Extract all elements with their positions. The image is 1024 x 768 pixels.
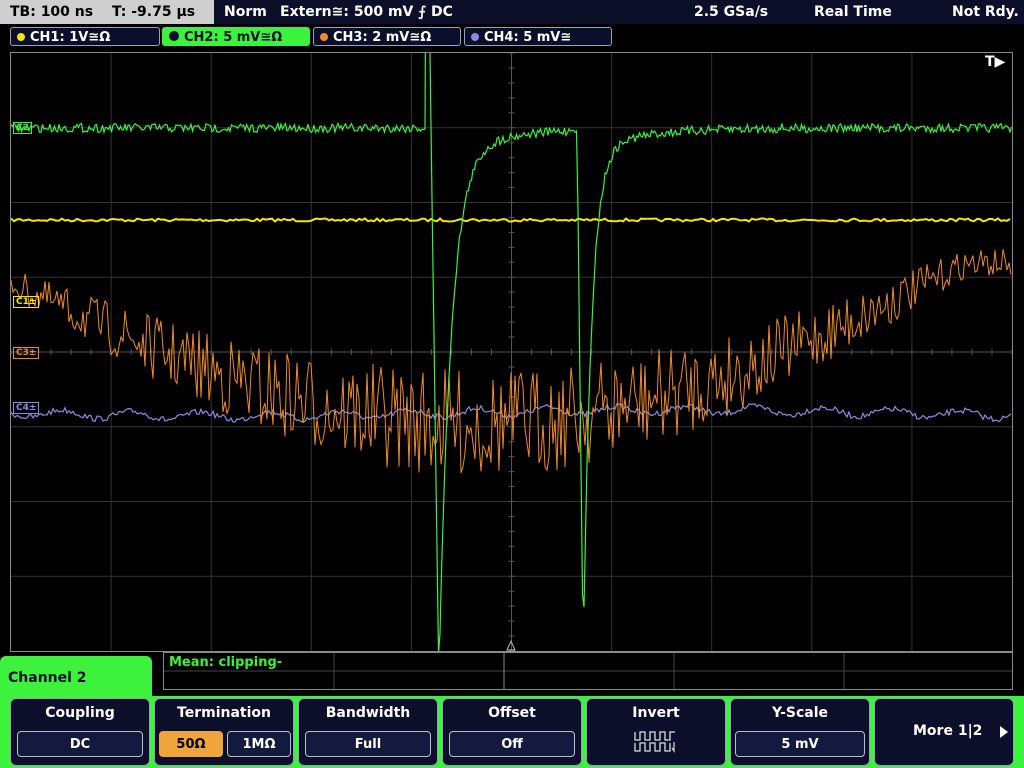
invert-button[interactable]: Invert	[586, 698, 726, 766]
offset-value: Off	[449, 731, 575, 757]
measurement-grid	[164, 653, 1012, 689]
termination-title: Termination	[177, 705, 271, 721]
y-scale-button[interactable]: Y-Scale 5 mV	[730, 698, 870, 766]
waveform-display[interactable]	[10, 52, 1013, 652]
measurement-mean: Mean: clipping-	[169, 655, 283, 670]
trigger-source[interactable]: Extern≅: 500 mV ⨍ DC	[280, 0, 453, 24]
offset-title: Offset	[488, 705, 536, 721]
measurement-panel	[163, 652, 1013, 690]
trigger-marker-icon: T▶	[985, 54, 1006, 70]
timebase-box[interactable]: TB: 100 ns T: -9.75 µs	[0, 0, 214, 24]
more-label: More 1|2	[913, 723, 983, 739]
ch1-trace	[11, 217, 1011, 223]
tab-ch3[interactable]: CH3: 2 mV≅Ω	[313, 27, 461, 46]
ch4-offset-marker[interactable]: C4±	[13, 402, 40, 414]
ch1-dot-icon	[17, 33, 25, 41]
tab-ch1[interactable]: CH1: 1V≅Ω	[10, 27, 160, 46]
termination-50ohm[interactable]: 50Ω	[159, 731, 223, 757]
ch3-dot-icon	[320, 33, 328, 41]
bandwidth-button[interactable]: Bandwidth Full	[298, 698, 438, 766]
ch3-offset-marker[interactable]: C3±	[13, 347, 40, 359]
ch2-label: CH2: 5 mV≅Ω	[184, 30, 283, 45]
bandwidth-title: Bandwidth	[325, 705, 411, 721]
coupling-value: DC	[17, 731, 143, 757]
termination-1mohm[interactable]: 1MΩ	[227, 731, 291, 757]
run-state: Not Rdy.	[952, 4, 1019, 20]
trigger-mode[interactable]: Norm	[224, 0, 267, 24]
invert-title: Invert	[632, 705, 680, 721]
coupling-title: Coupling	[45, 705, 115, 721]
tab-ch2[interactable]: CH2: 5 mV≅Ω	[162, 27, 310, 46]
ch1-offset-marker[interactable]: C1±	[13, 296, 40, 308]
more-button[interactable]: More 1|2	[874, 698, 1014, 766]
y-scale-value: 5 mV	[735, 731, 865, 757]
termination-button[interactable]: Termination 50Ω 1MΩ	[154, 698, 294, 766]
ch4-dot-icon	[471, 33, 479, 41]
tab-ch4[interactable]: CH4: 5 mV≅	[464, 27, 612, 46]
invert-waveform-icon	[634, 731, 675, 753]
sample-rate: 2.5 GSa/s	[694, 4, 769, 20]
menu-channel-label: Channel 2	[0, 656, 152, 700]
ch3-label: CH3: 2 mV≅Ω	[333, 30, 432, 45]
waveform-canvas	[11, 53, 1012, 651]
y-scale-title: Y-Scale	[771, 705, 828, 721]
chevron-right-icon	[1000, 726, 1008, 738]
ch4-label: CH4: 5 mV≅	[484, 30, 572, 45]
ch2-offset-marker[interactable]: C2	[13, 122, 32, 134]
ch2-dot-icon	[169, 31, 179, 41]
ch1-label: CH1: 1V≅Ω	[30, 30, 111, 45]
acquisition-mode: Real Time	[814, 4, 892, 20]
timebase-value: TB: 100 ns	[10, 4, 94, 20]
bandwidth-value: Full	[305, 731, 431, 757]
coupling-button[interactable]: Coupling DC	[10, 698, 150, 766]
graticule	[11, 53, 1012, 651]
offset-button[interactable]: Offset Off	[442, 698, 582, 766]
trigger-time-value: T: -9.75 µs	[111, 4, 196, 20]
